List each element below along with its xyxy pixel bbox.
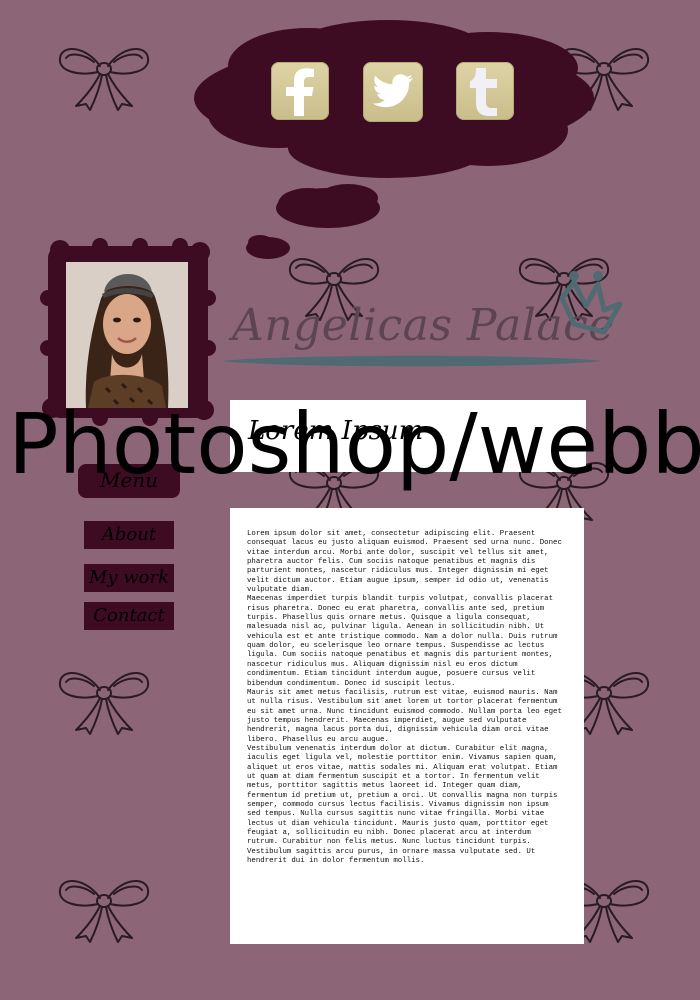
nav-about[interactable]: About (84, 521, 174, 549)
logo-underline (222, 352, 602, 370)
bow-decoration (56, 872, 152, 944)
tumblr-icon (468, 66, 502, 116)
nav-contact[interactable]: Contact (84, 602, 174, 630)
crown-icon (554, 262, 628, 338)
content-paragraph: Maecenas imperdiet turpis blandit turpis… (247, 595, 558, 688)
content-body: Lorem ipsum dolor sit amet, consectetur … (247, 530, 566, 866)
tumblr-button[interactable] (456, 62, 514, 120)
bow-decoration (56, 664, 152, 736)
content-paragraph: Lorem ipsum dolor sit amet, consectetur … (247, 530, 562, 595)
content-paragraph: Vestibulum venenatis interdum dolor at d… (247, 744, 558, 866)
bow-decoration (56, 40, 152, 112)
thought-cloud (188, 18, 600, 266)
nav-my-work[interactable]: My work (84, 564, 174, 592)
watermark-text: Photoshop/webb (8, 395, 700, 493)
twitter-button[interactable] (363, 62, 423, 122)
profile-photo (66, 262, 188, 408)
content-paragraph: Mauris sit amet metus facilisis, rutrum … (247, 688, 562, 744)
content-panel: Lorem ipsum dolor sit amet, consectetur … (230, 508, 584, 944)
facebook-icon (280, 66, 320, 116)
facebook-button[interactable] (271, 62, 329, 120)
twitter-icon (371, 73, 415, 111)
